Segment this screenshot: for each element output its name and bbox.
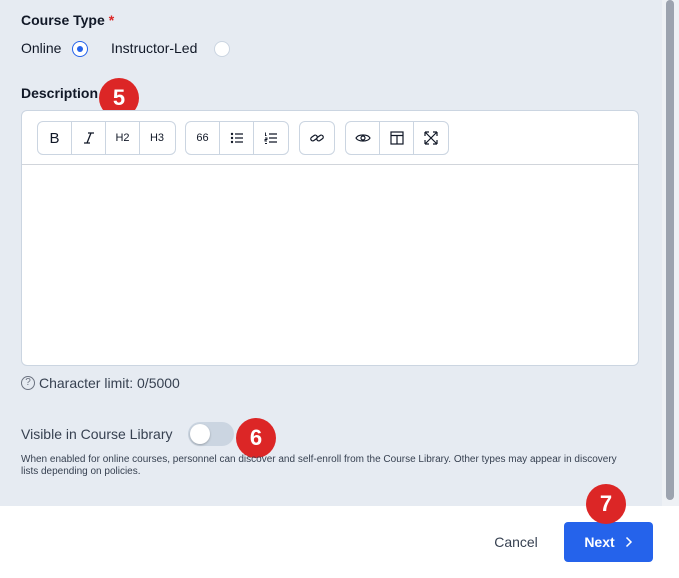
radio-online-label: Online [21, 40, 62, 56]
visibility-help-text: When enabled for online courses, personn… [21, 454, 617, 477]
radio-online[interactable] [72, 41, 88, 57]
required-mark: * [108, 12, 115, 28]
next-button[interactable]: Next [564, 522, 653, 562]
quote-icon: 66 [196, 132, 209, 144]
annotation-badge-6: 6 [236, 418, 276, 458]
numbered-list-button[interactable] [254, 122, 288, 154]
link-icon [310, 134, 324, 142]
heading-2-icon: H2 [115, 132, 130, 144]
view-group [345, 121, 449, 155]
course-type-label: Course Type * [21, 12, 115, 28]
format-group: B H2 H3 [37, 121, 176, 155]
link-group [299, 121, 335, 155]
toggle-knob [190, 424, 210, 444]
italic-button[interactable] [72, 122, 106, 154]
course-form-window: Course Type * Online Instructor-Led Descr… [0, 0, 679, 578]
heading-3-button[interactable]: H3 [140, 122, 174, 154]
side-by-side-button[interactable] [380, 122, 414, 154]
character-limit: Character limit: 0/5000 [39, 375, 180, 391]
block-group: 66 [185, 121, 289, 155]
radio-instructor-led[interactable] [214, 41, 230, 57]
link-button[interactable] [300, 122, 334, 154]
next-button-label: Next [584, 534, 615, 550]
fullscreen-button[interactable] [414, 122, 448, 154]
visible-in-library-toggle[interactable] [188, 422, 234, 446]
numbered-list-icon [264, 132, 277, 144]
bold-button[interactable]: B [38, 122, 72, 154]
bold-icon: B [49, 129, 60, 147]
eye-icon [354, 134, 371, 142]
radio-instructor-led-label: Instructor-Led [111, 40, 198, 56]
annotation-badge-7: 7 [586, 484, 626, 524]
description-text-area[interactable] [22, 165, 638, 365]
form-panel: Course Type * Online Instructor-Led Descr… [0, 0, 662, 506]
bulleted-list-button[interactable] [220, 122, 254, 154]
preview-button[interactable] [346, 122, 380, 154]
side-by-side-icon [389, 131, 404, 145]
quote-button[interactable]: 66 [186, 122, 220, 154]
editor-toolbar: B H2 H3 66 [22, 111, 638, 165]
heading-2-button[interactable]: H2 [106, 122, 140, 154]
description-editor[interactable]: B H2 H3 66 [21, 110, 639, 366]
visible-in-library-label: Visible in Course Library [21, 426, 173, 442]
bulleted-list-icon [230, 132, 243, 144]
chevron-right-icon [625, 536, 632, 548]
description-label: Description [21, 85, 99, 101]
italic-icon [83, 132, 94, 144]
help-icon: ? [21, 376, 35, 390]
heading-3-icon: H3 [149, 132, 165, 144]
scrollbar-thumb[interactable] [666, 0, 674, 500]
fullscreen-icon [424, 131, 438, 145]
cancel-button[interactable]: Cancel [481, 522, 551, 562]
